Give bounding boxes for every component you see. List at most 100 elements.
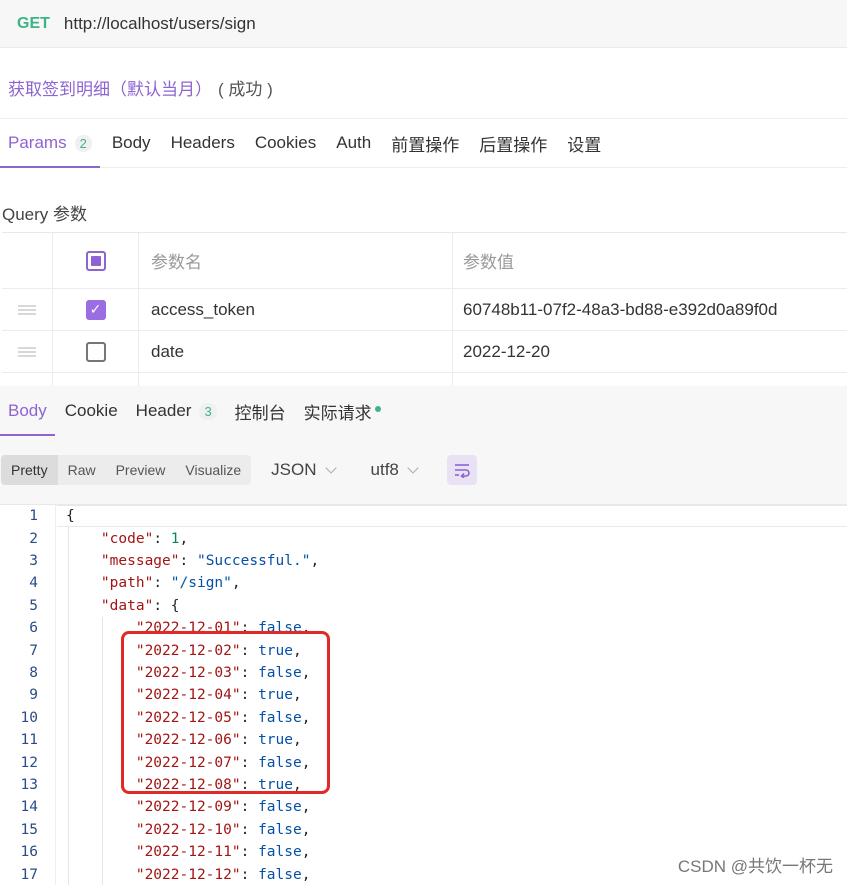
code-text: "2022-12-10": false,: [135, 821, 311, 838]
line-number: 7: [29, 642, 38, 659]
view-mode-visualize[interactable]: Visualize: [175, 455, 251, 485]
view-mode-pretty[interactable]: Pretty: [1, 455, 58, 485]
encoding-value: utf8: [370, 460, 399, 479]
code-line: 7 "2022-12-02": true,: [0, 639, 847, 661]
code-line: 5 "data": {: [0, 595, 847, 617]
line-number: 3: [29, 552, 38, 569]
code-line: 11 "2022-12-06": true,: [0, 729, 847, 751]
select-all-cell: [53, 233, 139, 288]
chevron-down-icon: [324, 461, 337, 474]
code-text: "2022-12-09": false,: [135, 799, 311, 816]
params-count-badge: 2: [74, 134, 92, 152]
select-all-checkbox[interactable]: [85, 250, 106, 271]
response-toolbar: Pretty Raw Preview Visualize JSON utf8: [0, 454, 477, 486]
code-line: 13 "2022-12-08": true,: [0, 774, 847, 796]
code-text: "path": "/sign",: [100, 575, 241, 592]
tab-cookies[interactable]: Cookies: [247, 119, 324, 167]
tab-label: 实际请求: [303, 403, 372, 423]
response-tabs: Body Cookie Header 3 控制台 实际请求: [0, 386, 391, 436]
url-field[interactable]: http://localhost/users/sign: [64, 14, 256, 34]
chevron-down-icon: [407, 461, 419, 474]
tab-post-request[interactable]: 后置操作: [471, 119, 555, 167]
code-text: "2022-12-06": true,: [135, 732, 302, 749]
param-name-cell[interactable]: date: [139, 331, 453, 372]
code-text: "code": 1,: [100, 530, 189, 547]
code-line: 3 "message": "Successful.",: [0, 550, 847, 572]
drag-handle-icon[interactable]: [18, 304, 36, 315]
code-line: 8 "2022-12-03": false,: [0, 662, 847, 684]
tab-response-header[interactable]: Header 3: [128, 386, 225, 436]
code-text: "2022-12-04": true,: [135, 687, 302, 704]
line-number: 17: [20, 866, 38, 883]
param-value-header: 参数值: [463, 253, 514, 272]
code-line: 15 "2022-12-10": false,: [0, 819, 847, 841]
request-name[interactable]: 获取签到明细（默认当月）: [8, 75, 212, 100]
url-bar[interactable]: GET http://localhost/users/sign: [0, 0, 847, 48]
tab-pre-request[interactable]: 前置操作: [383, 119, 467, 167]
param-name-header: 参数名: [139, 233, 453, 288]
encoding-select[interactable]: utf8: [370, 460, 419, 480]
param-name-cell[interactable]: access_token: [139, 289, 453, 330]
code-text: "2022-12-03": false,: [135, 664, 311, 681]
tab-response-body[interactable]: Body: [0, 386, 55, 436]
drag-cell: [2, 373, 53, 387]
code-text: "2022-12-01": false,: [135, 620, 311, 637]
param-name-cell[interactable]: [139, 373, 453, 387]
tab-auth[interactable]: Auth: [328, 119, 379, 167]
checkbox-cell: [53, 373, 139, 387]
line-number: 5: [29, 597, 38, 614]
param-enabled-checkbox[interactable]: [85, 341, 106, 362]
drag-cell: [2, 289, 53, 330]
view-mode-raw[interactable]: Raw: [58, 455, 106, 485]
code-text: "2022-12-02": true,: [135, 642, 302, 659]
line-number: 13: [20, 776, 38, 793]
code-line: 10 "2022-12-05": false,: [0, 707, 847, 729]
code-line: 4 "path": "/sign",: [0, 572, 847, 594]
request-title: 获取签到明细（默认当月） ( 成功 ): [8, 75, 273, 100]
request-status: ( 成功 ): [218, 80, 273, 99]
checkbox-cell: ✓: [53, 289, 139, 330]
word-wrap-button[interactable]: [446, 455, 477, 485]
drag-cell: [2, 331, 53, 372]
code-text: "2022-12-05": false,: [135, 709, 311, 726]
table-row: ✓ access_token 60748b11-07f2-48a3-bd88-e…: [2, 289, 847, 331]
tab-console[interactable]: 控制台: [227, 386, 294, 436]
tab-body[interactable]: Body: [104, 119, 159, 167]
param-value-cell[interactable]: 60748b11-07f2-48a3-bd88-e392d0a89f0d: [453, 289, 847, 330]
tab-headers[interactable]: Headers: [163, 119, 243, 167]
line-number: 12: [20, 754, 38, 771]
code-text: "2022-12-11": false,: [135, 844, 311, 861]
line-number: 6: [29, 620, 38, 637]
query-params-table: 参数名 参数值 ✓ access_token 60748b11-07f2-48a…: [2, 232, 847, 387]
param-value-cell[interactable]: 2022-12-20: [453, 331, 847, 372]
code-line: 9 "2022-12-04": true,: [0, 684, 847, 706]
line-number: 11: [20, 732, 38, 749]
response-panel: Body Cookie Header 3 控制台 实际请求 Pretty Raw…: [0, 386, 847, 885]
tab-params[interactable]: Params 2: [0, 119, 100, 168]
param-value-cell[interactable]: [453, 373, 847, 387]
request-tabs: Params 2 Body Headers Cookies Auth 前置操作 …: [0, 118, 847, 168]
param-enabled-checkbox[interactable]: ✓: [85, 299, 106, 320]
code-line: 6 "2022-12-01": false,: [0, 617, 847, 639]
line-number: 14: [20, 799, 38, 816]
http-method[interactable]: GET: [17, 15, 50, 33]
format-select[interactable]: JSON: [271, 460, 337, 480]
tab-label: Header: [135, 401, 192, 420]
header-count-badge: 3: [199, 402, 217, 420]
response-code-editor[interactable]: 1{2 "code": 1, 3 "message": "Successful."…: [0, 504, 847, 885]
line-number: 9: [29, 687, 38, 704]
drag-handle-icon[interactable]: [18, 346, 36, 357]
code-text: "2022-12-07": false,: [135, 754, 311, 771]
format-value: JSON: [271, 460, 317, 479]
table-row-empty: [2, 373, 847, 387]
status-dot-icon: [374, 406, 381, 412]
line-number: 15: [20, 821, 38, 838]
tab-response-cookie[interactable]: Cookie: [57, 386, 126, 436]
tab-actual-request[interactable]: 实际请求: [296, 386, 389, 436]
query-params-label: Query 参数: [2, 205, 88, 224]
line-number: 1: [29, 508, 38, 525]
tab-settings[interactable]: 设置: [559, 119, 609, 167]
view-mode-preview[interactable]: Preview: [106, 455, 176, 485]
code-text: "message": "Successful.",: [100, 552, 320, 569]
line-number: 16: [20, 844, 38, 861]
